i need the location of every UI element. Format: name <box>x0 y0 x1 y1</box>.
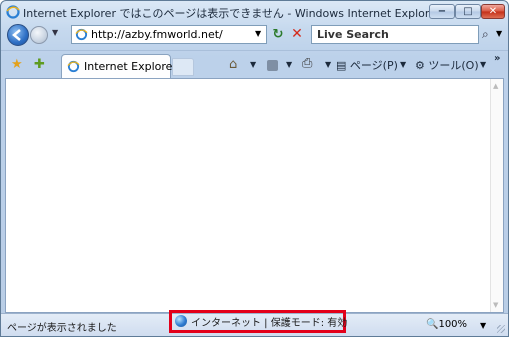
minimize-button[interactable]: − <box>429 4 455 19</box>
page-content-area[interactable]: ▲ ▼ <box>5 78 504 313</box>
feeds-icon[interactable] <box>267 60 278 71</box>
address-bar[interactable]: http://azby.fmworld.net/ <box>71 25 267 44</box>
search-placeholder: Live Search <box>317 28 389 41</box>
home-dropdown-icon[interactable]: ▼ <box>250 60 256 69</box>
status-bar: ページが表示されました インターネット | 保護モード: 有効 🔍100% ▼ <box>1 310 508 336</box>
print-icon[interactable]: ⎙ <box>302 56 312 71</box>
gear-icon: ⚙ <box>415 59 425 72</box>
page-menu-button[interactable]: ▤ ページ(P) <box>336 57 398 73</box>
page-menu-label: ページ(P) <box>349 59 398 72</box>
back-arrow-icon <box>12 29 21 41</box>
stop-icon[interactable]: ✕ <box>289 26 305 43</box>
chevron-more-icon[interactable]: » <box>494 53 500 64</box>
scroll-up-icon[interactable]: ▲ <box>493 82 498 90</box>
favorites-star-icon[interactable]: ★ <box>11 57 23 72</box>
ie-tab-icon <box>67 60 80 73</box>
ie-page-icon <box>75 28 88 41</box>
minimize-icon: − <box>437 6 447 17</box>
browser-window: Internet Explorer ではこのページは表示できません - Wind… <box>0 0 509 337</box>
zoom-level[interactable]: 🔍100% <box>426 319 467 330</box>
resize-grip-icon[interactable] <box>497 325 505 333</box>
tools-dropdown-icon[interactable]: ▼ <box>480 60 486 69</box>
add-favorites-icon[interactable]: ✚ <box>34 57 45 72</box>
tools-menu-label: ツール(O) <box>428 59 479 72</box>
security-zone-highlight[interactable]: インターネット | 保護モード: 有効 <box>169 310 348 333</box>
command-bar: ★ ✚ Internet Explorer ⌂ ▼ ▼ ⎙ ▼ ▤ ページ(P)… <box>1 50 508 78</box>
new-tab-button[interactable] <box>172 58 194 76</box>
search-box[interactable]: Live Search <box>311 25 479 44</box>
window-title: Internet Explorer ではこのページは表示できません - Wind… <box>23 7 430 20</box>
page-dropdown-icon[interactable]: ▼ <box>400 60 406 69</box>
url-text: http://azby.fmworld.net/ <box>91 28 223 41</box>
tab-internet-explorer[interactable]: Internet Explorer <box>61 54 177 78</box>
back-button[interactable] <box>7 24 29 46</box>
search-dropdown-icon[interactable]: ▼ <box>496 29 502 38</box>
close-button[interactable]: ✕ <box>481 4 505 19</box>
title-bar[interactable]: Internet Explorer ではこのページは表示できません - Wind… <box>1 1 508 23</box>
page-icon: ▤ <box>336 59 347 72</box>
security-zone-text: インターネット | 保護モード: 有効 <box>191 318 348 329</box>
scroll-down-icon[interactable]: ▼ <box>493 301 498 309</box>
forward-button[interactable] <box>30 26 48 44</box>
maximize-icon: □ <box>463 6 473 17</box>
globe-icon <box>175 315 187 327</box>
close-icon: ✕ <box>488 6 498 17</box>
search-icon[interactable]: ⌕ <box>482 27 489 42</box>
tools-menu-button[interactable]: ⚙ ツール(O) <box>415 57 479 73</box>
feeds-dropdown-icon[interactable]: ▼ <box>286 60 292 69</box>
status-message: ページが表示されました <box>7 323 117 334</box>
navigation-bar: ▼ http://azby.fmworld.net/ ▼ ↻ ✕ Live Se… <box>1 24 508 50</box>
ie-logo-icon <box>6 5 20 19</box>
print-dropdown-icon[interactable]: ▼ <box>325 60 331 69</box>
history-dropdown-icon[interactable]: ▼ <box>52 28 58 37</box>
address-dropdown-icon[interactable]: ▼ <box>255 29 261 38</box>
refresh-icon[interactable]: ↻ <box>269 26 287 43</box>
zoom-dropdown-icon[interactable]: ▼ <box>480 321 486 330</box>
maximize-button[interactable]: □ <box>455 4 481 19</box>
tab-label: Internet Explorer <box>84 60 177 73</box>
vertical-scrollbar[interactable]: ▲ ▼ <box>490 79 503 312</box>
home-icon[interactable]: ⌂ <box>229 57 237 72</box>
